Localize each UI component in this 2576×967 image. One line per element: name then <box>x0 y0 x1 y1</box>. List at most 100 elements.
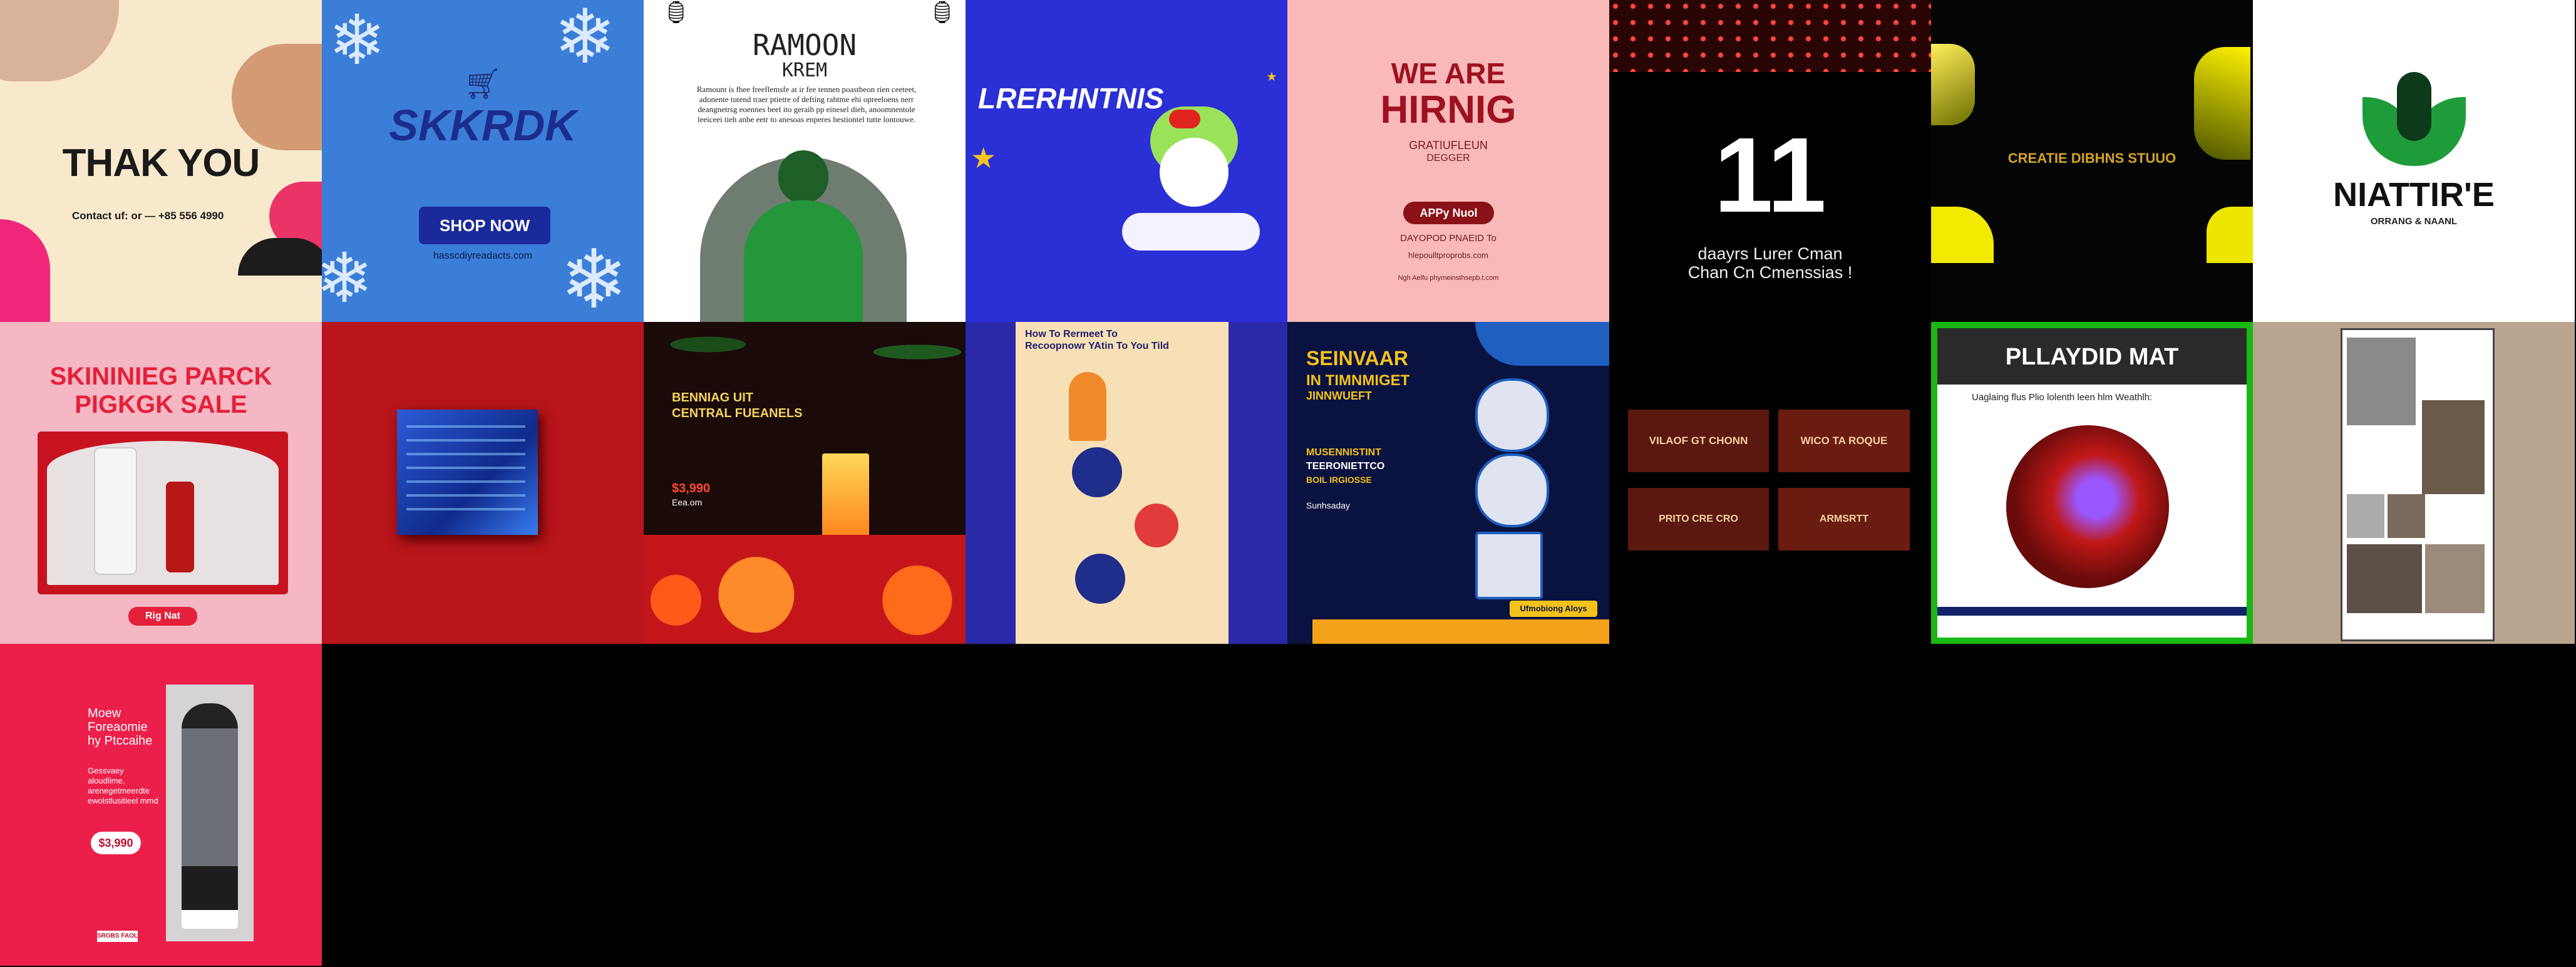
shopping-cart-icon: 🛒︎ <box>463 68 502 101</box>
card-bottom-right[interactable]: ARMSRTT <box>1778 488 1910 551</box>
person-illustration <box>1072 447 1122 497</box>
role-line1: GRATIUFLEUN <box>1409 139 1488 152</box>
infographic-title: How To Rermeet To Recoopnowr YAtin To Yo… <box>1025 329 1169 351</box>
tile-shop-now[interactable]: ❄ ❄ ❄ ❄ 🛒︎ SKKRDK SHOP NOW hasscdiyreada… <box>322 0 644 322</box>
praying-person-illustration <box>744 150 863 322</box>
apply-now-button[interactable]: APPy Nuol <box>1403 202 1494 224</box>
yellow-shape <box>1931 207 1994 263</box>
white-bottle-image <box>94 447 137 575</box>
thank-you-headline: THAK YOU <box>62 142 260 185</box>
yellow-shape <box>2194 47 2250 160</box>
collage-photo <box>2388 494 2425 538</box>
ramadan-body: Ramount is fhee freeflemsfe at ir fee te… <box>696 85 917 124</box>
speaker-photo <box>1475 453 1549 527</box>
infographic-panel <box>1016 322 1229 644</box>
card-top-right[interactable]: WICO TA ROQUE <box>1778 410 1910 472</box>
tile-skincare-sale[interactable]: SKININIEG PARCK PIGKGK SALE Rig Nat <box>0 322 322 644</box>
model-figure <box>182 703 238 929</box>
star-icon: ★ <box>971 142 997 174</box>
promo-price: $3,990 <box>672 482 711 495</box>
wave-decoration <box>1475 322 1609 366</box>
promo-title1: BENNIAG UIT <box>672 391 753 405</box>
email-text: hlepoulltproprobs.com <box>1408 251 1488 260</box>
contact-text: Contact uf: or — +85 556 4990 <box>72 210 224 222</box>
card-bottom-left[interactable]: PRITO CRE CRO <box>1628 488 1769 551</box>
tile-infographic[interactable]: How To Rermeet To Recoopnowr YAtin To Yo… <box>966 322 1287 644</box>
planet-image <box>2006 425 2169 588</box>
tile-planet[interactable]: PLLAYDID MAT Uaglaing flus Plio lolenth … <box>1931 322 2253 644</box>
ramadan-title: RAMOON <box>752 28 857 62</box>
footer-text: Ngh Aelfu phymeinsthsepb.t.com <box>1398 274 1499 282</box>
card-top-left[interactable]: VILAOF GT CHONN <box>1628 410 1769 472</box>
tile-four-cards[interactable]: VILAOF GT CHONN WICO TA ROQUE PRITO CRE … <box>1609 322 1931 644</box>
seminar-title1: SEINVAAR <box>1306 347 1408 370</box>
role-line2: DEGGER <box>1426 153 1470 163</box>
tile-ramadan[interactable]: 🏮︎ 🏮︎ RAMOON KREM Ramount is fhee freefl… <box>644 0 966 322</box>
snowflake-icon: ❄ <box>560 234 628 322</box>
person-illustration <box>1069 372 1106 441</box>
template-gallery: THAK YOU Contact uf: or — +85 556 4990 ❄… <box>0 0 2576 967</box>
unicorn-title: LRERHNTNIS <box>978 82 1164 115</box>
collage-photo <box>2425 544 2485 613</box>
shop-now-button[interactable]: SHOP NOW <box>419 207 550 244</box>
shop-button[interactable]: Rig Nat <box>128 607 197 626</box>
beige-blob-shape <box>0 0 119 81</box>
unicorn-illustration <box>1150 106 1238 219</box>
small-tag: SRGBS FAOL <box>97 931 138 942</box>
yellow-shape <box>2207 207 2253 263</box>
tile-unicorn[interactable]: LRERHNTNIS ★ ★ <box>966 0 1287 322</box>
tile-design-studio[interactable]: CREATIE DIBHNS STUUO <box>1931 0 2253 322</box>
collage-photo <box>2347 494 2384 538</box>
countdown-line1: daayrs Lurer Cman <box>1698 244 1843 263</box>
tile-seminar[interactable]: SEINVAAR IN TIMNMIGET JINNWUEFT MUSENNIS… <box>1287 322 1609 644</box>
fruits-image <box>644 535 966 644</box>
collage-photo <box>2347 544 2422 613</box>
sale-title1: SKININIEG PARCK <box>49 363 272 390</box>
seminar-date: Sunhsaday <box>1306 500 1351 510</box>
seminar-title3: JINNWUEFT <box>1306 390 1372 402</box>
seminar-sub2: TEERONIETTCO <box>1306 461 1385 472</box>
tile-juice-promo[interactable]: BENNIAG UIT CENTRAL FUEANELS $3,990 Eea.… <box>644 322 966 644</box>
tile-nature-logo[interactable]: NIATTIR'E ORRANG & NAANL <box>2253 0 2575 322</box>
brand-name: SKKRDK <box>389 101 577 150</box>
lantern-icon: 🏮︎ <box>662 1 690 24</box>
promo-note: Eea.om <box>672 497 703 507</box>
blue-footer-stripe <box>1937 607 2247 638</box>
pink-blob-shape <box>0 219 50 322</box>
person-illustration <box>1135 504 1178 547</box>
collage-photo <box>2422 400 2485 494</box>
yellow-shape <box>1931 44 1975 125</box>
seminar-sub1: MUSENNISTINT <box>1306 447 1381 458</box>
lantern-icon: 🏮︎ <box>929 1 956 24</box>
tile-blue-card[interactable] <box>322 322 644 644</box>
tile-photo-collage[interactable] <box>2253 322 2575 644</box>
ramadan-subtitle: KREM <box>781 59 828 81</box>
brand-name: NIATTIR'E <box>2333 176 2495 214</box>
leaf-decoration <box>644 322 966 397</box>
fashion-title2: Foreaomie <box>88 720 148 734</box>
speaker-photo <box>1475 378 1549 452</box>
leaf-logo-icon <box>2362 72 2466 172</box>
tile-hiring[interactable]: WE ARE HIRNIG GRATIUFLEUN DEGGER APPy Nu… <box>1287 0 1609 322</box>
card-stripes-decoration <box>406 425 525 519</box>
hiring-line2: HIRNIG <box>1380 88 1517 132</box>
speaker-photo <box>1475 532 1543 599</box>
fashion-title1: Moew <box>88 706 121 720</box>
string-lights-decoration <box>1609 0 1931 72</box>
collage-photo <box>2347 338 2416 425</box>
footer-bar <box>1312 619 1609 644</box>
red-bottle-image <box>166 482 194 572</box>
juice-glass-image <box>822 453 869 544</box>
countdown-line2: Chan Cn Cmenssias ! <box>1687 263 1853 282</box>
person-illustration <box>1075 554 1125 604</box>
price-badge[interactable]: $3,990 <box>91 832 141 854</box>
planet-subtitle: Uaglaing flus Plio lolenth leen hlm Weat… <box>1972 392 2153 403</box>
fashion-body: Gessvaey aloudlime, arenegetmeerdte ewol… <box>88 766 158 805</box>
website-url: hasscdiyreadacts.com <box>433 251 533 261</box>
tile-thank-you[interactable]: THAK YOU Contact uf: or — +85 556 4990 <box>0 0 322 322</box>
tile-countdown[interactable]: 11 daayrs Lurer Cman Chan Cn Cmenssias ! <box>1609 0 1931 322</box>
brand-tagline: ORRANG & NAANL <box>2370 216 2458 227</box>
tile-fashion[interactable]: Moew Foreaomie hy Ptccaihe Gessvaey alou… <box>0 644 322 966</box>
register-button[interactable]: Ufmobiong Aloys <box>1510 601 1597 617</box>
seminar-sub3: BOIL IRGIOSSE <box>1306 475 1372 485</box>
